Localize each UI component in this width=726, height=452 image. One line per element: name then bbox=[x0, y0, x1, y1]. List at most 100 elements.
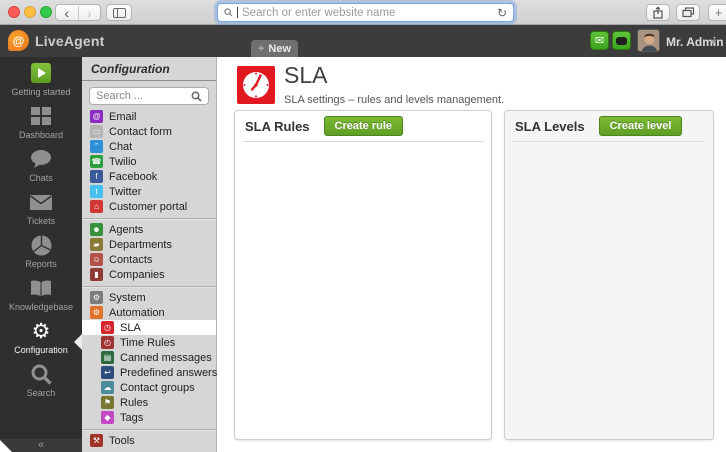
book-icon bbox=[30, 276, 52, 300]
departments-icon: ▰ bbox=[90, 238, 103, 251]
zoom-window-button[interactable] bbox=[40, 6, 52, 18]
envelope-icon bbox=[30, 190, 52, 214]
sidebar-item-knowledgebase[interactable]: Knowledgebase bbox=[0, 272, 82, 315]
config-item-tags[interactable]: ◆ Tags bbox=[82, 410, 216, 425]
main-content: SLA SLA settings – rules and levels mana… bbox=[218, 57, 726, 452]
chat-icon: ” bbox=[90, 140, 103, 153]
minimize-window-button[interactable] bbox=[24, 6, 36, 18]
avatar-image bbox=[638, 30, 660, 52]
mail-button[interactable]: ✉ bbox=[590, 31, 609, 50]
tabs-icon bbox=[682, 7, 695, 18]
config-item-chat[interactable]: ” Chat bbox=[82, 139, 216, 154]
page-subtitle: SLA settings – rules and levels manageme… bbox=[284, 94, 504, 106]
config-item-companies[interactable]: ▮ Companies bbox=[82, 267, 216, 282]
sidebar-item-chats[interactable]: Chats bbox=[0, 143, 82, 186]
config-item-contact-groups[interactable]: ☁ Contact groups bbox=[82, 380, 216, 395]
sla-icon: ◷ bbox=[101, 321, 114, 334]
config-item-agents[interactable]: ☻ Agents bbox=[82, 222, 216, 237]
customer-portal-icon: ⌂ bbox=[90, 200, 103, 213]
show-tabs-button[interactable] bbox=[676, 4, 700, 21]
new-tab-button[interactable]: + bbox=[708, 4, 726, 21]
liveagent-logo-icon: @ bbox=[8, 30, 29, 51]
contact-groups-icon: ☁ bbox=[101, 381, 114, 394]
config-item-facebook[interactable]: f Facebook bbox=[82, 169, 216, 184]
config-search-input[interactable]: Search ... bbox=[89, 87, 209, 105]
sla-clock-icon bbox=[237, 66, 275, 104]
sidebar-item-configuration[interactable]: ⚙ Configuration bbox=[0, 315, 82, 358]
sidebar-item-search[interactable]: Search bbox=[0, 358, 82, 401]
config-item-contact-form[interactable]: ▭ Contact form bbox=[82, 124, 216, 139]
share-icon bbox=[652, 6, 664, 19]
sla-levels-panel: SLA Levels Create level bbox=[504, 110, 714, 440]
email-icon: @ bbox=[90, 110, 103, 123]
tools-icon: ⚒ bbox=[90, 434, 103, 447]
address-bar[interactable]: Search or enter website name ↻ bbox=[217, 3, 514, 22]
config-item-departments[interactable]: ▰ Departments bbox=[82, 237, 216, 252]
twitter-icon: t bbox=[90, 185, 103, 198]
search-placeholder: Search ... bbox=[96, 90, 191, 102]
sidebar-item-getting-started[interactable]: Getting started bbox=[0, 57, 82, 100]
sla-rules-title: SLA Rules bbox=[245, 119, 310, 134]
config-item-contacts[interactable]: ☺ Contacts bbox=[82, 252, 216, 267]
config-item-time-rules[interactable]: ◴ Time Rules bbox=[82, 335, 216, 350]
sidebar-item-reports[interactable]: Reports bbox=[0, 229, 82, 272]
main-sidebar: Getting started Dashboard Chats Tickets … bbox=[0, 57, 82, 437]
text-caret bbox=[237, 7, 238, 18]
config-item-twitter[interactable]: t Twitter bbox=[82, 184, 216, 199]
chat-bubble-icon bbox=[616, 37, 627, 45]
sidebar-item-dashboard[interactable]: Dashboard bbox=[0, 100, 82, 143]
active-section-pointer bbox=[74, 334, 82, 350]
share-button[interactable] bbox=[646, 4, 670, 21]
config-item-predefined-answers[interactable]: ↩ Predefined answers bbox=[82, 365, 216, 380]
collapse-sidebar-button[interactable]: « bbox=[0, 437, 82, 452]
config-item-rules[interactable]: ⚑ Rules bbox=[82, 395, 216, 410]
companies-icon: ▮ bbox=[90, 268, 103, 281]
new-tab-label: New bbox=[268, 43, 291, 55]
configuration-title: Configuration bbox=[82, 57, 216, 81]
config-menu: @ Email ▭ Contact form ” Chat ☎ Twilio f… bbox=[82, 109, 216, 448]
address-placeholder: Search or enter website name bbox=[242, 7, 493, 19]
automation-icon: ⚙ bbox=[90, 306, 103, 319]
config-item-sla[interactable]: ◷ SLA bbox=[82, 320, 216, 335]
history-nav-group: ‹ › bbox=[55, 4, 101, 21]
create-level-button[interactable]: Create level bbox=[599, 116, 683, 136]
config-item-tools[interactable]: ⚒ Tools bbox=[82, 433, 216, 448]
config-item-canned-messages[interactable]: ▤ Canned messages bbox=[82, 350, 216, 365]
time-rules-icon: ◴ bbox=[101, 336, 114, 349]
forward-button[interactable]: › bbox=[78, 6, 101, 20]
sidebar-item-tickets[interactable]: Tickets bbox=[0, 186, 82, 229]
sla-rules-panel: SLA Rules Create rule bbox=[234, 110, 492, 440]
contact-form-icon: ▭ bbox=[90, 125, 103, 138]
search-icon bbox=[224, 8, 233, 17]
config-item-customer-portal[interactable]: ⌂ Customer portal bbox=[82, 199, 216, 214]
chevron-down-icon[interactable]: ▼ bbox=[709, 37, 718, 47]
corner-notch bbox=[0, 440, 12, 452]
chat-button[interactable] bbox=[612, 31, 631, 50]
config-item-email[interactable]: @ Email bbox=[82, 109, 216, 124]
sidebar-toggle-button[interactable] bbox=[106, 4, 132, 21]
rules-icon: ⚑ bbox=[101, 396, 114, 409]
close-window-button[interactable] bbox=[8, 6, 20, 18]
agents-icon: ☻ bbox=[90, 223, 103, 236]
chat-bubble-icon bbox=[29, 147, 53, 171]
plus-icon: + bbox=[258, 43, 264, 55]
tags-icon: ◆ bbox=[101, 411, 114, 424]
new-ticket-tab[interactable]: + New bbox=[251, 40, 298, 57]
pie-chart-icon bbox=[31, 233, 52, 257]
sidebar-icon bbox=[113, 8, 126, 18]
back-button[interactable]: ‹ bbox=[56, 6, 78, 20]
twilio-icon: ☎ bbox=[90, 155, 103, 168]
app-header: @ LiveAgent + New ✉ Mr. Admin ▼ bbox=[0, 25, 726, 57]
panel-divider bbox=[243, 141, 483, 142]
predefined-answers-icon: ↩ bbox=[101, 366, 114, 379]
config-item-automation[interactable]: ⚙ Automation bbox=[82, 305, 216, 320]
sla-levels-title: SLA Levels bbox=[515, 119, 585, 134]
dashboard-grid-icon bbox=[31, 104, 51, 128]
user-avatar[interactable] bbox=[637, 29, 660, 52]
search-icon bbox=[191, 91, 202, 102]
config-item-system[interactable]: ⚙ System bbox=[82, 290, 216, 305]
reload-icon[interactable]: ↻ bbox=[497, 7, 507, 19]
config-item-twilio[interactable]: ☎ Twilio bbox=[82, 154, 216, 169]
create-rule-button[interactable]: Create rule bbox=[324, 116, 403, 136]
facebook-icon: f bbox=[90, 170, 103, 183]
